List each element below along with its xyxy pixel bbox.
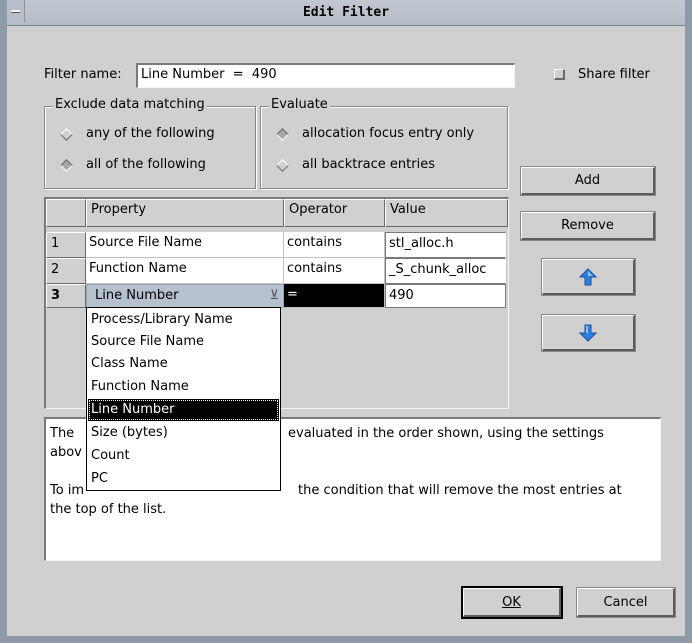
title-bar[interactable]: Edit Filter: [7, 0, 685, 26]
cancel-button-label: Cancel: [603, 594, 648, 610]
dropdown-option[interactable]: Process/Library Name: [88, 309, 279, 331]
share-filter-checkbox[interactable]: [554, 69, 565, 80]
evaluate-group: [260, 106, 508, 189]
table-row-number[interactable]: 3: [46, 284, 86, 308]
move-down-button[interactable]: [541, 314, 636, 352]
table-cell-property[interactable]: Source File Name: [86, 232, 284, 258]
remove-button[interactable]: Remove: [520, 211, 656, 241]
exclude-all-label[interactable]: all of the following: [86, 157, 206, 172]
table-corner-header: [46, 199, 86, 227]
edit-filter-window: Edit Filter Filter name: Line Number = 4…: [0, 0, 692, 643]
dropdown-option[interactable]: Count: [88, 445, 279, 467]
column-header-property[interactable]: Property: [86, 199, 284, 227]
dropdown-option[interactable]: Source File Name: [88, 331, 279, 353]
add-button[interactable]: Add: [520, 166, 656, 196]
dropdown-option[interactable]: Class Name: [88, 353, 279, 375]
column-header-value[interactable]: Value: [385, 199, 508, 227]
evaluate-group-legend: Evaluate: [269, 97, 330, 112]
dropdown-option[interactable]: Size (bytes): [88, 422, 279, 444]
evaluate-focus-label[interactable]: allocation focus entry only: [302, 126, 474, 141]
table-cell-value[interactable]: stl_alloc.h: [385, 232, 506, 258]
dropdown-option[interactable]: Function Name: [88, 376, 279, 398]
window-title: Edit Filter: [302, 5, 390, 20]
move-up-button[interactable]: [541, 258, 636, 296]
table-row-number[interactable]: 2: [46, 258, 86, 284]
value-input[interactable]: 490: [385, 284, 506, 308]
operator-combobox[interactable]: =: [284, 284, 385, 308]
filter-name-input[interactable]: Line Number = 490: [136, 63, 515, 88]
dropdown-option-selected[interactable]: Line Number: [88, 399, 279, 421]
cancel-button[interactable]: Cancel: [576, 587, 676, 618]
property-combobox[interactable]: Line Number ⊻: [86, 284, 284, 308]
table-cell-operator[interactable]: contains: [284, 232, 385, 258]
evaluate-backtrace-label[interactable]: all backtrace entries: [302, 157, 435, 172]
filter-name-label: Filter name:: [44, 67, 122, 82]
property-combobox-value: Line Number: [95, 288, 179, 303]
table-cell-value[interactable]: _S_chunk_alloc: [385, 258, 506, 284]
exclude-group: [44, 106, 256, 189]
exclude-any-label[interactable]: any of the following: [86, 126, 215, 141]
arrow-up-icon: [579, 267, 597, 286]
exclude-group-legend: Exclude data matching: [53, 97, 207, 112]
arrow-down-icon: [579, 324, 597, 342]
table-row-number[interactable]: 1: [46, 232, 86, 258]
table-cell-property[interactable]: Function Name: [86, 258, 284, 284]
dropdown-option[interactable]: PC: [88, 468, 279, 490]
share-filter-label: Share filter: [578, 67, 650, 82]
ok-button-label: OK: [502, 594, 521, 610]
table-cell-operator[interactable]: contains: [284, 258, 385, 284]
property-dropdown-list[interactable]: Process/Library Name Source File Name Cl…: [86, 307, 281, 491]
column-header-operator[interactable]: Operator: [284, 199, 385, 227]
chevron-down-icon[interactable]: ⊻: [269, 288, 279, 303]
ok-button[interactable]: OK: [461, 586, 563, 619]
